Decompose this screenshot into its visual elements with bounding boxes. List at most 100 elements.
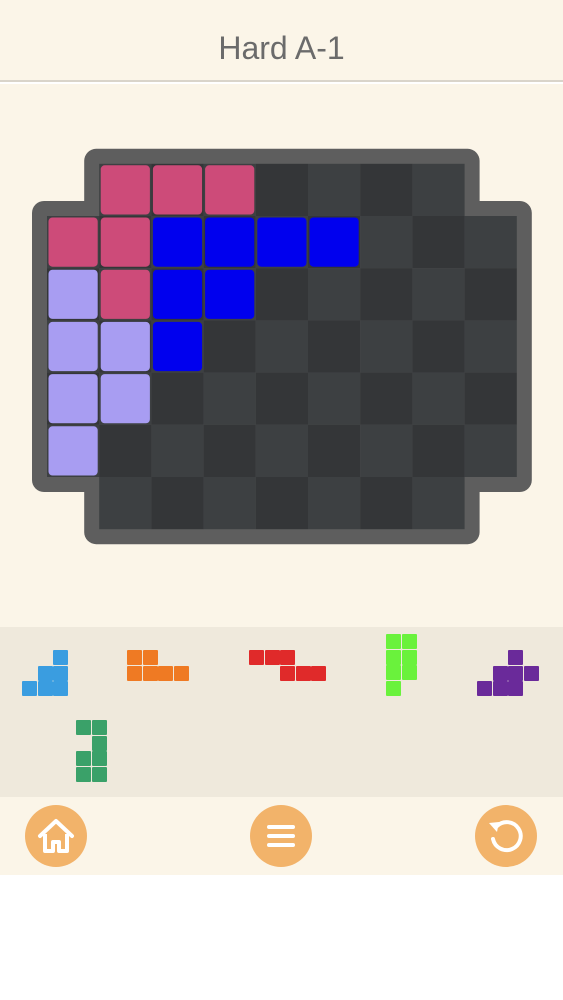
board-cell[interactable] (308, 163, 361, 216)
board-cell[interactable] (412, 163, 465, 216)
board-cell[interactable] (255, 320, 308, 373)
board-cell[interactable] (412, 216, 465, 269)
board-cell[interactable] (203, 372, 256, 425)
tray-piece-dark-green-block (91, 735, 107, 751)
tray-piece-red-block (311, 665, 326, 681)
board-cell[interactable] (464, 372, 517, 425)
home-button[interactable] (25, 805, 87, 867)
tray-piece-sky-blue-block (22, 681, 37, 696)
tray-piece-dark-green-block (76, 720, 91, 735)
board-cell[interactable] (308, 477, 361, 530)
board-cell[interactable] (360, 424, 413, 477)
board-cell[interactable] (360, 216, 413, 269)
restart-icon (489, 820, 523, 853)
lavender-piece-block (48, 321, 98, 372)
lavender-piece-block (100, 321, 150, 372)
board-cell[interactable] (412, 424, 465, 477)
tray-piece-orange-block (127, 650, 142, 665)
blue-piece-block (205, 269, 255, 319)
blue-piece-block (257, 217, 307, 267)
tray-piece-purple-block (523, 665, 539, 681)
tray-piece-sky-blue-block (53, 681, 68, 696)
tray-piece-green-block (401, 649, 417, 665)
board-cell[interactable] (255, 424, 308, 477)
tray-piece-dark-green[interactable] (76, 720, 107, 782)
board-cell[interactable] (412, 477, 465, 530)
board-cell[interactable] (203, 320, 256, 373)
tray-piece-orange-block (142, 665, 158, 681)
pink-piece-block (100, 269, 150, 319)
tray-piece-orange[interactable] (127, 650, 189, 681)
tray-piece-sky-blue-block (37, 665, 53, 681)
board-cell[interactable] (151, 372, 204, 425)
tray-piece-red-block (280, 665, 295, 681)
board-cell[interactable] (360, 372, 413, 425)
board-cell[interactable] (360, 477, 413, 530)
board-cell[interactable] (99, 424, 152, 477)
menu-button[interactable] (250, 805, 312, 867)
board-cell[interactable] (308, 372, 361, 425)
lavender-piece-block (48, 426, 98, 476)
board-cell[interactable] (464, 216, 517, 269)
play-area (0, 84, 563, 627)
board-cell[interactable] (151, 477, 204, 530)
tray-piece-dark-green-block (91, 766, 107, 782)
tray-piece-purple-block (508, 650, 523, 665)
board-cell[interactable] (203, 424, 256, 477)
tray-piece-purple-block (477, 681, 492, 696)
page-title: Hard A-1 (218, 30, 345, 66)
board-cell[interactable] (412, 372, 465, 425)
lavender-piece-block (100, 374, 150, 424)
footer-toolbar (0, 797, 563, 875)
pink-piece-block (100, 217, 150, 267)
board-cell[interactable] (255, 372, 308, 425)
tray-piece-orange-block (127, 665, 142, 681)
game-screen: Hard A-1 (0, 0, 563, 1000)
board-cell[interactable] (360, 268, 413, 321)
blue-piece-block (152, 321, 203, 372)
board-cell[interactable] (99, 477, 152, 530)
piece-tray (0, 627, 563, 797)
board-cell[interactable] (360, 320, 413, 373)
tray-piece-dark-green-block (76, 766, 91, 782)
tray-piece-sky-blue-block (53, 650, 68, 665)
tray-piece-green-block (401, 634, 417, 649)
board-cell[interactable] (151, 424, 204, 477)
board-cell[interactable] (464, 424, 517, 477)
board-cell[interactable] (203, 477, 256, 530)
board-cell[interactable] (255, 268, 308, 321)
tray-piece-purple-block (492, 681, 508, 696)
board-cell[interactable] (308, 268, 361, 321)
tray-piece-dark-green-block (76, 751, 91, 766)
board-cell[interactable] (464, 268, 517, 321)
tray-piece-purple-block (508, 681, 523, 696)
board-cell[interactable] (412, 268, 465, 321)
pink-piece-block (100, 165, 150, 215)
pink-piece-block (205, 165, 255, 215)
tray-piece-green[interactable] (386, 634, 417, 696)
restart-button[interactable] (475, 805, 537, 867)
board-cell[interactable] (464, 320, 517, 373)
board-cell[interactable] (412, 320, 465, 373)
board-cell[interactable] (308, 320, 361, 373)
pink-piece-block (152, 165, 203, 215)
tray-piece-orange-block (142, 650, 158, 665)
pink-piece-block (48, 217, 98, 267)
board-cell[interactable] (255, 477, 308, 530)
tray-piece-green-block (386, 680, 401, 696)
tray-piece-green-block (386, 649, 401, 665)
board-cell[interactable] (255, 163, 308, 216)
tray-piece-sky-blue-block (37, 681, 53, 696)
tray-piece-sky-blue[interactable] (22, 650, 69, 697)
lavender-piece-block (48, 269, 98, 319)
puzzle-board[interactable] (0, 84, 563, 644)
header: Hard A-1 (0, 0, 563, 82)
bottom-blank-area (0, 875, 563, 1000)
board-cell[interactable] (360, 163, 413, 216)
tray-piece-red-block (280, 650, 295, 665)
menu-icon (267, 825, 295, 847)
tray-piece-red[interactable] (249, 650, 327, 681)
tray-piece-purple[interactable] (477, 650, 539, 697)
board-cell[interactable] (308, 424, 361, 477)
tray-piece-dark-green-block (91, 720, 107, 735)
